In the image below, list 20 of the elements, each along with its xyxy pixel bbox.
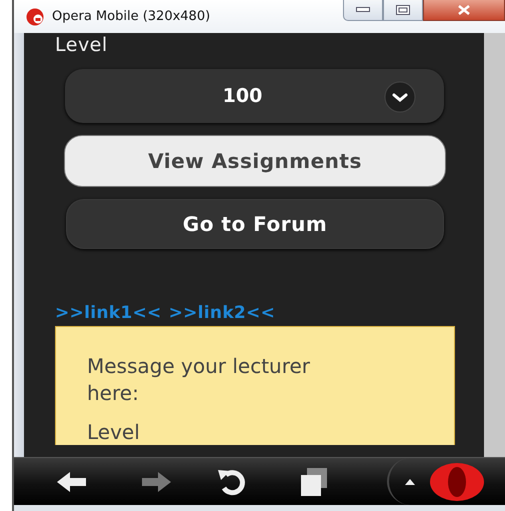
minimize-icon [356, 7, 370, 13]
minimize-button[interactable] [343, 0, 383, 21]
scrollbar-track[interactable] [484, 33, 505, 457]
text-link[interactable]: >>link1<< [55, 303, 162, 323]
app-icon [26, 8, 44, 26]
maximize-icon [396, 5, 410, 15]
field-label: Level [55, 34, 109, 56]
close-button[interactable] [423, 0, 505, 21]
caret-up-icon[interactable] [405, 478, 415, 484]
level-select[interactable]: 100 [65, 69, 444, 123]
card-heading: Message your lecturer here: [87, 353, 312, 407]
field-label: Level [87, 419, 141, 445]
nav-button[interactable]: View Assignments [64, 135, 446, 187]
text-link[interactable]: >>link2<< [168, 303, 276, 323]
window-title: Opera Mobile (320x480) [52, 9, 212, 24]
nav-button[interactable]: Go to Forum [66, 199, 444, 249]
chevron-down-icon [384, 81, 416, 113]
close-icon [457, 5, 471, 15]
maximize-button[interactable] [383, 0, 423, 21]
logo-icon[interactable] [429, 462, 485, 502]
